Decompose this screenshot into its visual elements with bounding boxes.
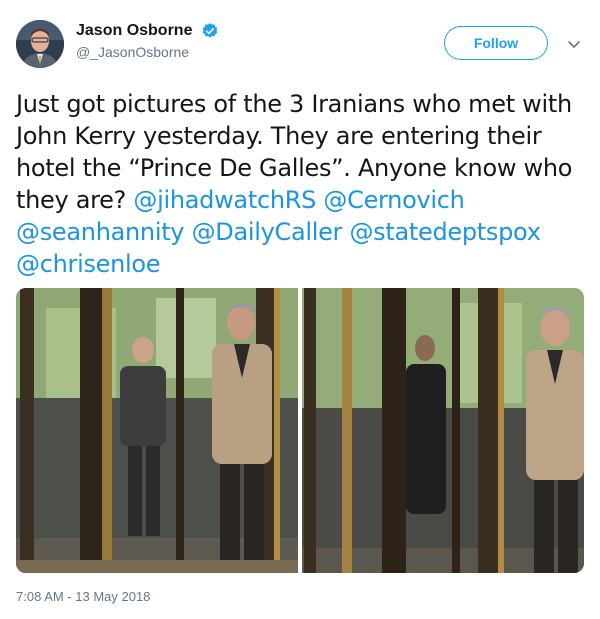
media-grid [16,288,584,573]
user-names: Jason Osborne @_JasonOsborne [76,22,219,60]
mention-link[interactable]: @statedeptspox [349,218,540,246]
chevron-down-icon[interactable] [566,36,582,52]
mention-link[interactable]: @seanhannity [16,218,185,246]
user-handle[interactable]: @_JasonOsborne [76,44,219,60]
mention-link[interactable]: @jihadwatchRS [133,186,316,214]
mention-link[interactable]: @Cernovich [323,186,464,214]
display-name[interactable]: Jason Osborne [76,22,192,40]
tweet-header: Jason Osborne @_JasonOsborne Follow [16,18,584,74]
tweet-timestamp[interactable]: 7:08 AM - 13 May 2018 [16,589,150,604]
tweet-photo-2[interactable] [302,288,584,573]
tweet-photo-1[interactable] [16,288,298,573]
verified-badge-icon [202,23,218,38]
mention-link[interactable]: @DailyCaller [192,218,343,246]
tweet-text: Just got pictures of the 3 Iranians who … [16,88,586,280]
avatar[interactable] [16,20,64,68]
follow-button[interactable]: Follow [444,26,548,60]
mention-link[interactable]: @chrisenloe [16,250,161,278]
